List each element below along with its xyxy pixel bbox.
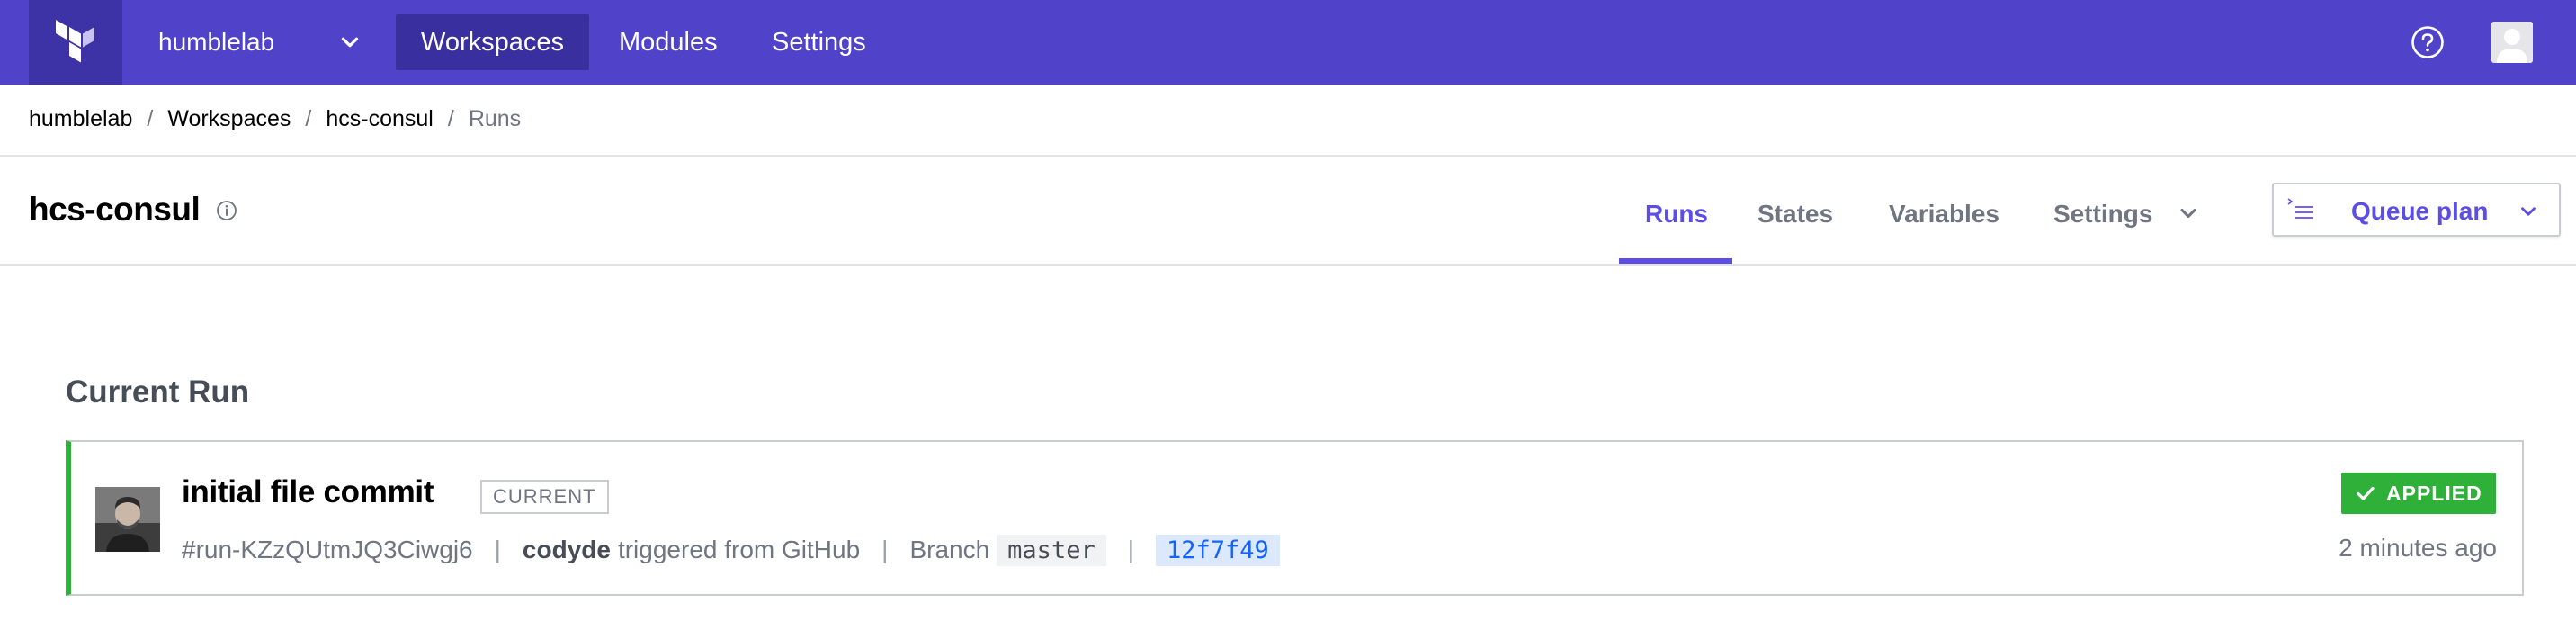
run-timestamp: 2 minutes ago bbox=[2339, 534, 2497, 562]
meta-separator: | bbox=[1127, 536, 1134, 563]
question-circle-icon[interactable] bbox=[2411, 25, 2445, 59]
workspace-title: hcs-consul bbox=[29, 191, 201, 228]
run-user: codyde bbox=[522, 536, 611, 563]
meta-separator: | bbox=[881, 536, 889, 563]
tab-settings[interactable]: Settings bbox=[2053, 176, 2152, 265]
breadcrumb-organization[interactable]: humblelab bbox=[29, 106, 132, 132]
tab-runs[interactable]: Runs bbox=[1645, 176, 1708, 265]
queue-plan-label: Queue plan bbox=[2351, 197, 2489, 225]
nav-modules[interactable]: Modules bbox=[594, 14, 743, 70]
trigger-source: triggered from GitHub bbox=[617, 536, 861, 563]
run-id[interactable]: #run-KZzQUtmJQ3Ciwgj6 bbox=[182, 536, 473, 564]
breadcrumb-separator: / bbox=[305, 105, 312, 131]
current-run-card[interactable]: initial file commit CURRENT #run-KZzQUtm… bbox=[66, 440, 2524, 596]
breadcrumb-workspace[interactable]: hcs-consul bbox=[326, 106, 434, 132]
divider bbox=[0, 264, 2576, 266]
run-metadata: #run-KZzQUtmJQ3Ciwgj6 | codyde triggered… bbox=[182, 530, 1280, 570]
chevron-down-icon[interactable] bbox=[2517, 200, 2540, 223]
top-navigation-bar: humblelab Workspaces Modules Settings bbox=[0, 0, 2576, 85]
user-avatar bbox=[95, 487, 160, 552]
status-label: APPLIED bbox=[2386, 481, 2482, 505]
tab-variables[interactable]: Variables bbox=[1889, 176, 1999, 265]
divider bbox=[0, 155, 2576, 157]
commit-link[interactable]: 12f7f49 bbox=[1156, 534, 1280, 566]
chevron-down-icon[interactable] bbox=[336, 29, 363, 56]
organization-switcher[interactable]: humblelab bbox=[158, 0, 274, 85]
terraform-logo-icon[interactable] bbox=[29, 0, 122, 85]
breadcrumb-separator: / bbox=[147, 105, 154, 131]
breadcrumb: humblelab / Workspaces / hcs-consul / Ru… bbox=[29, 104, 521, 133]
user-avatar-icon[interactable] bbox=[2491, 22, 2533, 63]
breadcrumb-separator: / bbox=[447, 105, 454, 131]
run-title[interactable]: initial file commit bbox=[182, 474, 434, 510]
queue-plan-button[interactable]: Queue plan bbox=[2272, 183, 2561, 237]
breadcrumb-workspaces[interactable]: Workspaces bbox=[167, 106, 291, 132]
queue-list-icon bbox=[2287, 198, 2313, 219]
info-icon[interactable] bbox=[216, 200, 237, 221]
breadcrumb-current: Runs bbox=[468, 105, 522, 131]
branch-label: Branch bbox=[909, 536, 990, 563]
branch-name: master bbox=[997, 534, 1106, 566]
nav-workspaces[interactable]: Workspaces bbox=[396, 14, 590, 70]
current-run-heading: Current Run bbox=[66, 374, 250, 410]
organization-name: humblelab bbox=[158, 28, 275, 56]
nav-settings[interactable]: Settings bbox=[747, 14, 891, 70]
meta-separator: | bbox=[494, 536, 501, 563]
current-badge: CURRENT bbox=[480, 480, 609, 514]
tab-states[interactable]: States bbox=[1758, 176, 1833, 265]
status-badge: APPLIED bbox=[2341, 472, 2496, 514]
check-icon bbox=[2357, 486, 2375, 500]
chevron-down-icon[interactable] bbox=[2176, 201, 2201, 226]
